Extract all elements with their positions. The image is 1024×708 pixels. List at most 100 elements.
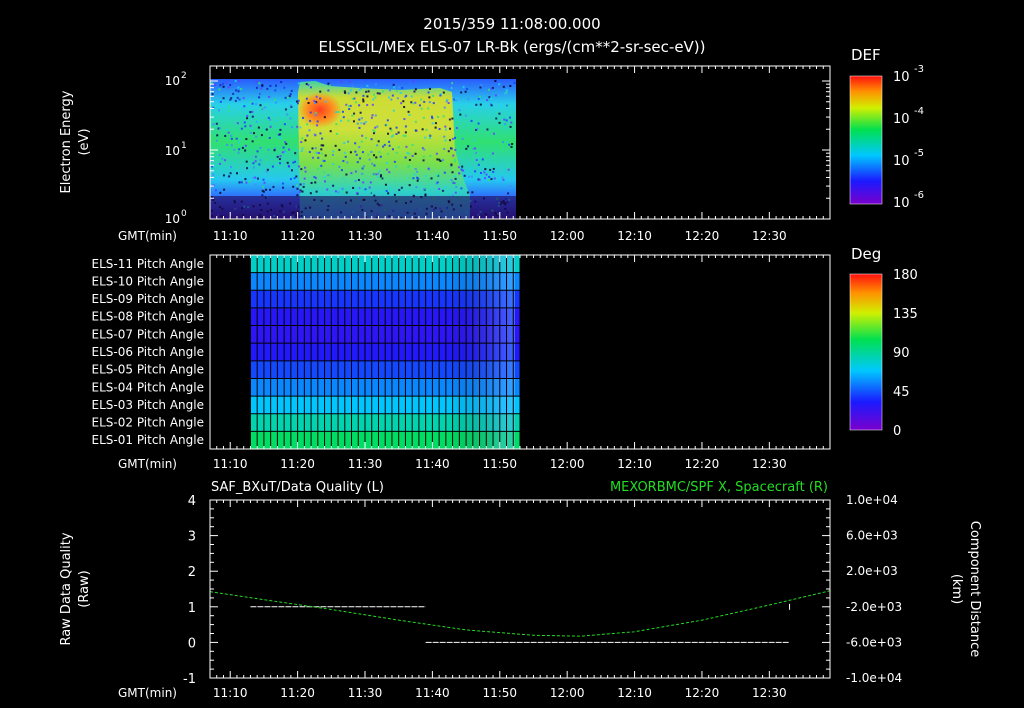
spectrogram-speckle bbox=[498, 112, 501, 115]
spectrogram-speckle bbox=[300, 141, 303, 144]
spectrogram-speckle bbox=[241, 142, 244, 145]
spectrogram-speckle bbox=[351, 85, 354, 88]
spectrogram-speckle bbox=[509, 84, 512, 87]
spectrogram-speckle bbox=[328, 84, 331, 87]
spectrogram-speckle bbox=[442, 115, 445, 118]
spectrogram-speckle bbox=[250, 127, 253, 130]
spectrogram-speckle bbox=[437, 173, 440, 176]
spectrogram-speckle bbox=[430, 115, 433, 118]
spectrogram-speckle bbox=[461, 165, 464, 168]
spectrogram-speckle bbox=[391, 193, 394, 196]
panel3-right-tick-label: -2.0e+03 bbox=[846, 600, 902, 614]
spectrogram-speckle bbox=[317, 156, 320, 159]
spectrogram-speckle bbox=[392, 83, 395, 86]
spectrogram-speckle bbox=[436, 116, 439, 119]
spectrogram-speckle bbox=[454, 177, 457, 180]
spectrogram-speckle bbox=[281, 113, 284, 116]
spectrogram-speckle bbox=[314, 111, 317, 114]
spectrogram-speckle bbox=[391, 148, 394, 151]
spectrogram-speckle bbox=[445, 100, 448, 103]
spectrogram-speckle bbox=[507, 104, 510, 107]
spectrogram-speckle bbox=[505, 89, 508, 92]
spectrogram-speckle bbox=[468, 175, 471, 178]
spectrogram-speckle bbox=[289, 178, 292, 181]
spectrogram-speckle bbox=[412, 80, 415, 83]
spectrogram-speckle bbox=[251, 115, 254, 118]
spectrogram-speckle bbox=[462, 85, 465, 88]
spectrogram-speckle bbox=[228, 109, 231, 112]
spectrogram-speckle bbox=[222, 97, 225, 100]
spectrogram-speckle bbox=[345, 191, 348, 194]
spectrogram-speckle bbox=[444, 128, 447, 131]
spectrogram-speckle bbox=[359, 111, 362, 114]
spectrogram-speckle bbox=[377, 172, 380, 175]
spectrogram-speckle bbox=[256, 120, 259, 123]
spectrogram-speckle bbox=[408, 158, 411, 161]
spectrogram-speckle bbox=[314, 102, 317, 105]
spectrogram-speckle bbox=[377, 140, 380, 143]
spectrogram-speckle bbox=[489, 93, 492, 96]
panel3-left-ylabel-line2: (Raw) bbox=[77, 570, 92, 608]
spectrogram-speckle bbox=[315, 95, 318, 98]
spectrogram-speckle bbox=[254, 160, 257, 163]
panel3-time-tick-label: 11:40 bbox=[415, 686, 450, 700]
spectrogram-speckle bbox=[340, 119, 343, 122]
panel1-time-tick-label: 11:50 bbox=[482, 229, 517, 243]
panel2-time-tick-label: 12:00 bbox=[550, 457, 585, 471]
def-tick-1e-6-exp: -6 bbox=[914, 190, 924, 201]
spectrogram-speckle bbox=[353, 112, 356, 115]
spectrogram-speckle bbox=[490, 87, 493, 90]
spectrogram-speckle bbox=[221, 82, 224, 85]
spectrogram-speckle bbox=[372, 93, 375, 96]
time-axis-panel3: GMT(min) 11:10 11:20 11:30 11:40 11:50 12:00 1… bbox=[118, 686, 787, 700]
spectrogram-speckle bbox=[343, 142, 346, 145]
spectrogram-speckle bbox=[360, 122, 363, 125]
spectrogram-speckle bbox=[230, 165, 233, 168]
panel3-left-tick-label: 0 bbox=[188, 636, 196, 651]
spectrogram-speckle bbox=[229, 84, 232, 87]
spectrogram-speckle bbox=[484, 168, 487, 171]
spectrogram-speckle bbox=[488, 149, 491, 152]
spectrogram-speckle bbox=[490, 104, 493, 107]
spectrogram-speckle bbox=[422, 155, 425, 158]
spectrogram-speckle bbox=[451, 117, 454, 120]
spectrogram-speckle bbox=[405, 145, 408, 148]
spectrogram-speckle bbox=[319, 90, 322, 93]
spectrogram-speckle bbox=[258, 163, 261, 166]
spectrogram-speckle bbox=[211, 93, 214, 96]
panel3-left-tick-label: 2 bbox=[188, 565, 196, 580]
spectrogram-speckle bbox=[388, 144, 391, 147]
spectrogram-speckle bbox=[458, 172, 461, 175]
spectrogram-speckle bbox=[256, 150, 259, 153]
spectrogram-speckle bbox=[474, 170, 477, 173]
spectrogram-speckle bbox=[427, 167, 430, 170]
spectrogram-speckle bbox=[511, 142, 514, 145]
spectrogram-speckle bbox=[455, 185, 458, 188]
spectrogram-speckle bbox=[489, 97, 492, 100]
panel3-time-tick-label: 11:50 bbox=[482, 686, 517, 700]
spectrogram-speckle bbox=[441, 159, 444, 162]
spectrogram-speckle bbox=[460, 91, 463, 94]
spectrogram-speckle bbox=[414, 88, 417, 91]
spectrogram-low-band bbox=[210, 196, 516, 219]
spectrogram-speckle bbox=[372, 98, 375, 101]
spectrogram-speckle bbox=[276, 136, 279, 139]
spectrogram-speckle bbox=[296, 149, 299, 152]
spectrogram-speckle bbox=[314, 151, 317, 154]
spectrogram-speckle bbox=[301, 137, 304, 140]
spectrogram-speckle bbox=[478, 157, 481, 160]
spectrogram-speckle bbox=[397, 146, 400, 149]
spectrogram-speckle bbox=[309, 119, 312, 122]
spectrogram-speckle bbox=[224, 134, 227, 137]
spectrogram-speckle bbox=[453, 182, 456, 185]
spectrogram-speckle bbox=[374, 126, 377, 129]
spectrogram-speckle bbox=[270, 122, 273, 125]
spectrogram-speckle bbox=[340, 80, 343, 83]
spectrogram-speckle bbox=[242, 97, 245, 100]
spectrogram-speckle bbox=[358, 118, 361, 121]
spectrogram-speckle bbox=[210, 81, 213, 84]
def-colorbar-tick-1e-5: 10 -5 bbox=[893, 148, 924, 169]
spectrogram-speckle bbox=[376, 144, 379, 147]
panel1-time-tick-label: 12:30 bbox=[752, 229, 787, 243]
spectrogram-speckle bbox=[491, 135, 494, 138]
